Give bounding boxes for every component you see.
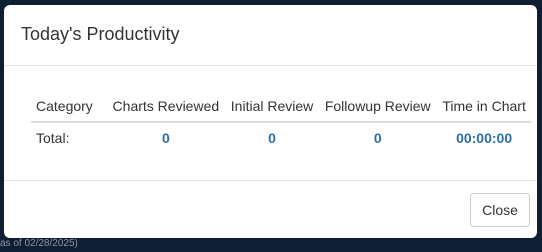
- initial-review-value: 0: [268, 130, 276, 146]
- column-header-followup-review: Followup Review: [318, 93, 438, 123]
- productivity-modal: Today's Productivity Category Charts Rev…: [4, 5, 537, 238]
- modal-footer: Close: [4, 181, 537, 238]
- column-header-category: Category: [31, 93, 106, 123]
- table-row: Total: 0 0 0 00:00:00: [31, 122, 531, 151]
- background-date-text: as of 02/28/2025): [0, 238, 78, 249]
- column-header-initial-review: Initial Review: [225, 93, 319, 123]
- column-header-charts-reviewed: Charts Reviewed: [106, 93, 226, 123]
- charts-reviewed-value: 0: [161, 130, 170, 146]
- table-header-row: Category Charts Reviewed Initial Review …: [31, 93, 531, 123]
- modal-title: Today's Productivity: [21, 24, 180, 44]
- productivity-table: Category Charts Reviewed Initial Review …: [31, 93, 531, 151]
- modal-body: Category Charts Reviewed Initial Review …: [4, 66, 537, 181]
- time-in-chart-value: 00:00:00: [456, 130, 513, 146]
- column-header-time-in-chart: Time in Chart: [437, 93, 531, 123]
- close-button[interactable]: Close: [470, 193, 530, 227]
- followup-review-value: 0: [373, 130, 382, 146]
- modal-header: Today's Productivity: [4, 5, 537, 66]
- row-label-total: Total:: [36, 130, 70, 146]
